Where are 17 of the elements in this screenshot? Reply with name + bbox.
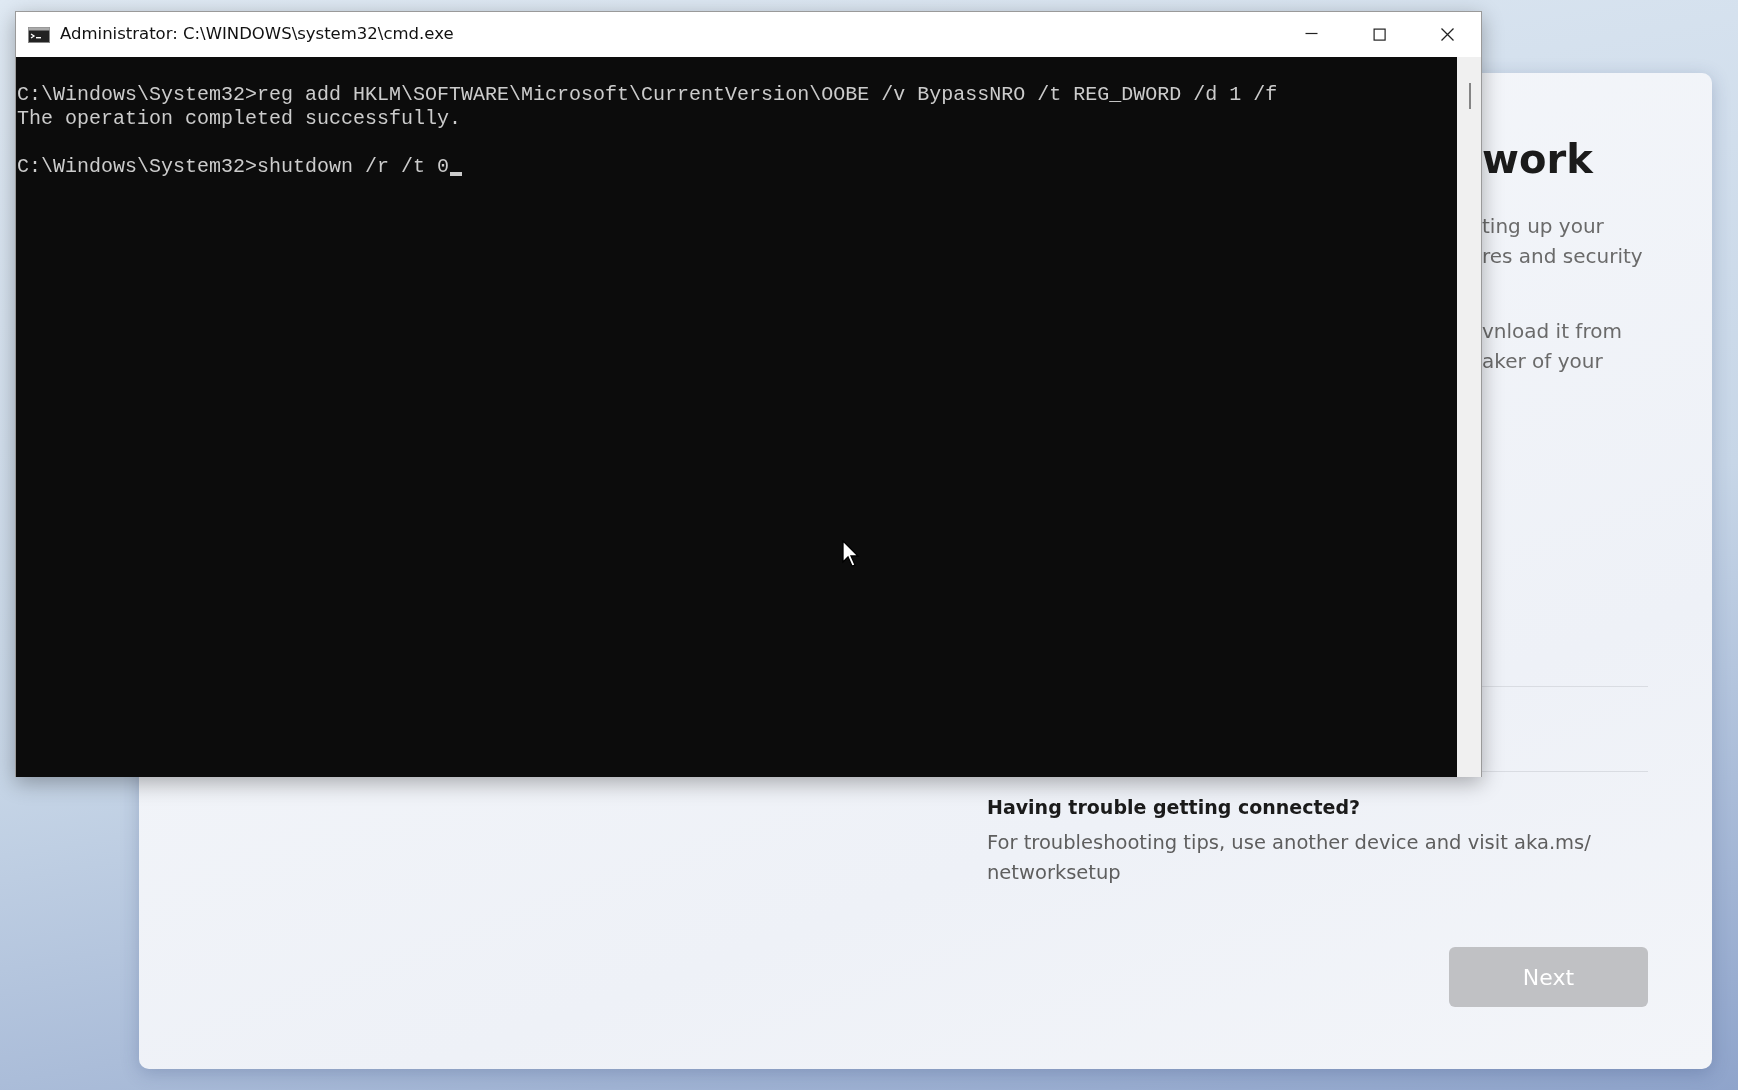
description-text: ting up your [1482, 213, 1604, 240]
scrollbar-thumb[interactable] [1469, 83, 1471, 109]
mouse-pointer-icon [842, 540, 860, 568]
console-line: The operation completed successfully. [17, 107, 462, 131]
text-cursor [450, 172, 463, 176]
help-text: For troubleshooting tips, use another device and visit aka.ms/ networksetup [987, 829, 1592, 886]
help-heading: Having trouble getting connected? [987, 795, 1362, 820]
maximize-icon [1372, 28, 1386, 41]
description-text: aker of your [1482, 348, 1603, 375]
page-heading: work [1482, 135, 1593, 183]
window-title: Administrator: C:\WINDOWS\system32\cmd.exe [60, 23, 454, 46]
terminal-icon [28, 26, 50, 43]
console-line: C:\Windows\System32>shutdown /r /t 0 [17, 155, 463, 179]
console-line: C:\Windows\System32>reg add HKLM\SOFTWARE\Microsoft\CurrentVersion\OOBE /v BypassNRO /t REG_DWORD /d 1 /f [17, 83, 1278, 107]
description-text: vnload it from [1482, 318, 1622, 345]
description-text: res and security [1482, 243, 1643, 270]
close-icon [1440, 28, 1454, 41]
